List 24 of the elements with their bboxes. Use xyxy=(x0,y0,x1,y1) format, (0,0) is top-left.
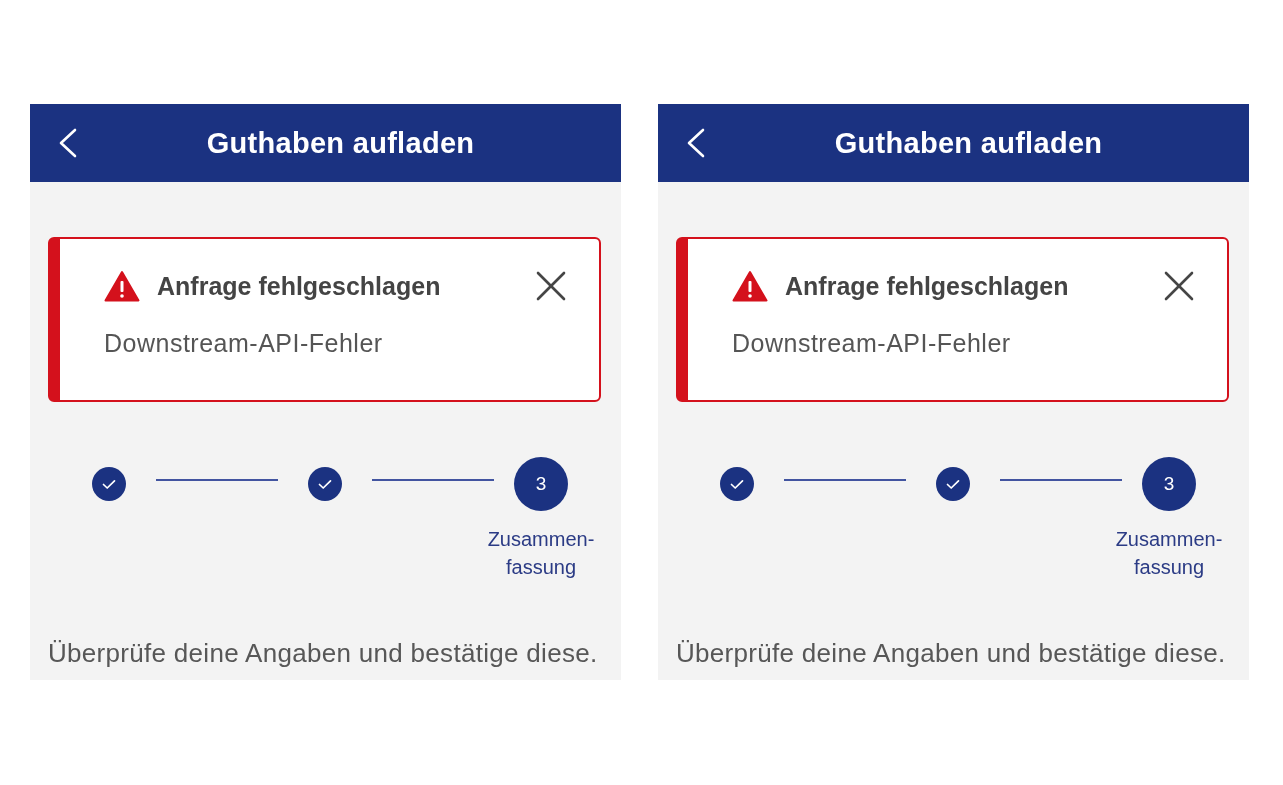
alert-message: Downstream-API-Fehler xyxy=(732,328,1012,358)
alert-title: Anfrage fehlgeschlagen xyxy=(157,271,442,301)
step-number: 3 xyxy=(1142,457,1196,511)
alert-title: Anfrage fehlgeschlagen xyxy=(785,271,1070,301)
close-button[interactable] xyxy=(536,271,566,301)
chevron-left-icon xyxy=(686,128,706,158)
check-circle-icon xyxy=(92,467,126,501)
step-label: Zusammen-fassung xyxy=(486,527,596,580)
step-label: Zusammen-fassung xyxy=(1114,527,1224,580)
warning-icon xyxy=(732,270,768,302)
check-circle-icon xyxy=(936,467,970,501)
warning-icon xyxy=(104,270,140,302)
check-circle-icon xyxy=(720,467,754,501)
close-button[interactable] xyxy=(1164,271,1194,301)
instruction-text: Überprüfe deine Angaben und bestätige diese. xyxy=(676,638,1227,668)
step-number: 3 xyxy=(514,457,568,511)
close-icon xyxy=(536,271,566,301)
close-icon xyxy=(1164,271,1194,301)
screen-title: Guthaben aufladen xyxy=(833,126,1104,160)
alert-message: Downstream-API-Fehler xyxy=(104,328,384,358)
chevron-left-icon xyxy=(58,128,78,158)
screen-title: Guthaben aufladen xyxy=(205,126,476,160)
check-circle-icon xyxy=(308,467,342,501)
instruction-text: Überprüfe deine Angaben und bestätige diese. xyxy=(48,638,599,668)
